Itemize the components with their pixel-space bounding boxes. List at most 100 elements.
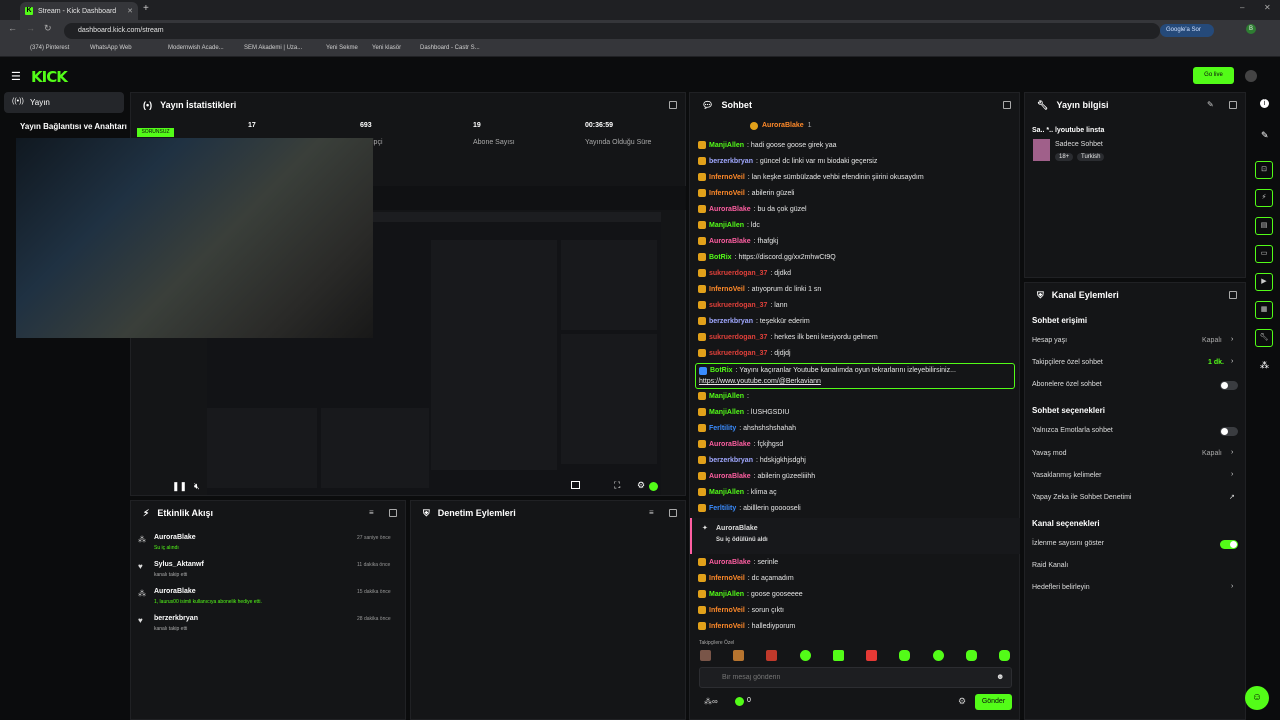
account-age-label[interactable]: Hesap yaşı [1032, 337, 1067, 344]
event-user[interactable]: berzerkbryan [154, 615, 198, 622]
gear-icon[interactable]: ⚙ [637, 480, 645, 491]
chat-message[interactable]: ManjiAllen: klima aç [698, 488, 777, 496]
chat-username[interactable]: ManjiAllen [709, 393, 744, 400]
pip-icon[interactable] [571, 481, 580, 489]
minimize-icon[interactable]: – [1240, 3, 1244, 12]
sidebar-chat-icon[interactable]: ▭ [1255, 245, 1273, 263]
chat-username[interactable]: Ferltility [709, 425, 736, 432]
emote-icon[interactable] [766, 650, 778, 661]
info-icon[interactable]: i [1260, 99, 1269, 108]
emote-icon[interactable] [700, 650, 711, 661]
slow-mode-value[interactable]: Kapalı [1202, 450, 1222, 457]
fullscreen-icon[interactable]: ⛶ [614, 480, 620, 491]
chat-message[interactable]: ManjiAllen: lUSHGSDIU [698, 408, 789, 416]
chevron-right-icon[interactable]: › [1231, 583, 1233, 590]
chat-username[interactable]: AuroraBlake [709, 559, 751, 566]
chat-message[interactable]: AuroraBlake: abilerin güzeeliiihh [698, 472, 815, 480]
google-sor-button[interactable]: Google'a Sor [1160, 24, 1214, 37]
chat-username[interactable]: AuroraBlake [709, 473, 751, 480]
popout-icon[interactable] [669, 101, 677, 109]
emoji-icon[interactable]: ☻ [996, 672, 1004, 681]
chat-username[interactable]: AuroraBlake [709, 206, 751, 213]
chat-username[interactable]: berzerkbryan [709, 318, 753, 325]
pause-icon[interactable]: ❚❚ [172, 481, 187, 492]
browser-tab[interactable]: K Stream - Kick Dashboard ✕ [20, 2, 138, 20]
bookmark-item[interactable]: Modernwish Acade... [168, 45, 224, 51]
external-link-icon[interactable]: ↗ [1229, 493, 1235, 501]
help-chat-icon[interactable]: ☺ [1245, 686, 1269, 710]
chat-message[interactable]: AuroraBlake: fçkjhgsd [698, 440, 783, 448]
chevron-right-icon[interactable]: › [1231, 471, 1233, 478]
emote-icon[interactable] [998, 650, 1010, 661]
url-field[interactable]: dashboard.kick.com/stream [64, 23, 1160, 39]
chat-input[interactable] [699, 667, 1012, 688]
chat-message[interactable]: ManjiAllen: goose gooseeee [698, 590, 803, 598]
event-user[interactable]: Sylus_Aktanwf [154, 561, 204, 568]
community-icon[interactable]: ⁂ [1260, 360, 1269, 371]
sidebar-camera-icon[interactable]: ⊡ [1255, 161, 1273, 179]
subs-chat-toggle[interactable] [1220, 381, 1238, 390]
chat-message[interactable]: sukruerdogan_37: djdkd [698, 269, 791, 277]
show-views-toggle[interactable] [1220, 540, 1238, 549]
chevron-right-icon[interactable]: › [1231, 336, 1233, 343]
chat-username[interactable]: Ferltility [709, 505, 736, 512]
popout-icon[interactable] [669, 509, 677, 517]
sidebar-video-icon[interactable]: ▶ [1255, 273, 1273, 291]
bookmark-item[interactable]: Yeni Sekme [326, 45, 358, 51]
chat-username[interactable]: AuroraBlake [709, 238, 751, 245]
chat-username[interactable]: BotRix [709, 254, 732, 261]
close-tab-icon[interactable]: ✕ [127, 7, 133, 15]
menu-icon[interactable]: ☰ [11, 70, 21, 83]
sidebar-tools-icon[interactable]: ▦ [1255, 301, 1273, 319]
chat-message[interactable]: AuroraBlake: serinle [698, 558, 778, 566]
chat-message[interactable]: ManjiAllen: ldc [698, 221, 760, 229]
mute-icon[interactable]: 🔇︎ [194, 481, 200, 492]
popout-icon[interactable] [389, 509, 397, 517]
chat-settings-icon[interactable]: ⚙ [958, 696, 966, 707]
chat-link[interactable]: https://www.youtube.com/@Berkaviann [699, 378, 821, 385]
account-age-value[interactable]: Kapalı [1202, 337, 1222, 344]
chat-message[interactable]: InfernoVeil: abilerin güzeli [698, 189, 795, 197]
chat-username[interactable]: ManjiAllen [709, 222, 744, 229]
chat-message[interactable]: Ferltility: ahshshshshahah [698, 424, 796, 432]
emote-icon[interactable] [733, 650, 745, 661]
chat-message[interactable]: ManjiAllen: hadi goose goose girek yaa [698, 141, 837, 149]
popout-icon[interactable] [1229, 101, 1237, 109]
category-name[interactable]: Sadece Sohbet [1055, 141, 1103, 148]
chat-username[interactable]: InfernoVeil [709, 623, 745, 630]
back-icon[interactable]: ← [8, 23, 17, 33]
chat-message[interactable]: InfernoVeil: lan keşke sümbülzade vehbi … [698, 173, 924, 181]
highlighted-message[interactable]: BotRix : Yayını kaçıranlar Youtube kanal… [695, 363, 1015, 389]
filter-icon[interactable]: ≡ [369, 508, 374, 517]
chevron-right-icon[interactable]: › [1231, 358, 1233, 365]
bookmark-item[interactable]: WhatsApp Web [90, 45, 132, 51]
go-live-button[interactable]: Go live [1193, 67, 1234, 84]
forward-icon[interactable]: → [26, 23, 35, 33]
bookmark-item[interactable]: Dashboard - Castr S... [420, 45, 480, 51]
chat-username[interactable]: InfernoVeil [709, 174, 745, 181]
chat-username[interactable]: sukruerdogan_37 [709, 350, 767, 357]
sidebar-bolt-icon[interactable]: ⚡︎ [1255, 189, 1273, 207]
chat-message[interactable]: BotRix: https://discord.gg/xx2mhwCt9Q [698, 253, 836, 261]
bookmark-item[interactable]: SEM Akademi | Uza... [244, 45, 302, 51]
chat-message[interactable]: ManjiAllen: [698, 392, 749, 400]
goals-label[interactable]: Hedefleri belirleyin [1032, 584, 1090, 591]
user-avatar[interactable] [1245, 70, 1257, 82]
chat-message[interactable]: sukruerdogan_37: herkes ilk beni kesiyor… [698, 333, 878, 341]
pinned-bar[interactable]: AuroraBlake 1 [750, 122, 812, 130]
chat-message[interactable]: InfernoVeil: dc açamadım [698, 574, 794, 582]
event-user[interactable]: AuroraBlake [154, 534, 196, 541]
chat-username[interactable]: ManjiAllen [709, 489, 744, 496]
emote-icon[interactable] [932, 650, 944, 661]
chat-message[interactable]: AuroraBlake: fhafgkj [698, 237, 778, 245]
popout-icon[interactable] [1003, 101, 1011, 109]
emote-icon[interactable] [899, 650, 911, 661]
raid-label[interactable]: Raid Kanalı [1032, 562, 1068, 569]
sidebar-doc-icon[interactable]: ▤ [1255, 217, 1273, 235]
chat-message[interactable]: Ferltility: abilllerin gooooseli [698, 504, 801, 512]
emote-icon[interactable] [832, 650, 844, 661]
filter-icon[interactable]: ≡ [649, 508, 654, 517]
chat-message[interactable]: sukruerdogan_37: djdjdj [698, 349, 791, 357]
emote-icon[interactable] [799, 650, 811, 661]
chat-message[interactable]: InfernoVeil: atıyoprum dc linki 1 sn [698, 285, 821, 293]
